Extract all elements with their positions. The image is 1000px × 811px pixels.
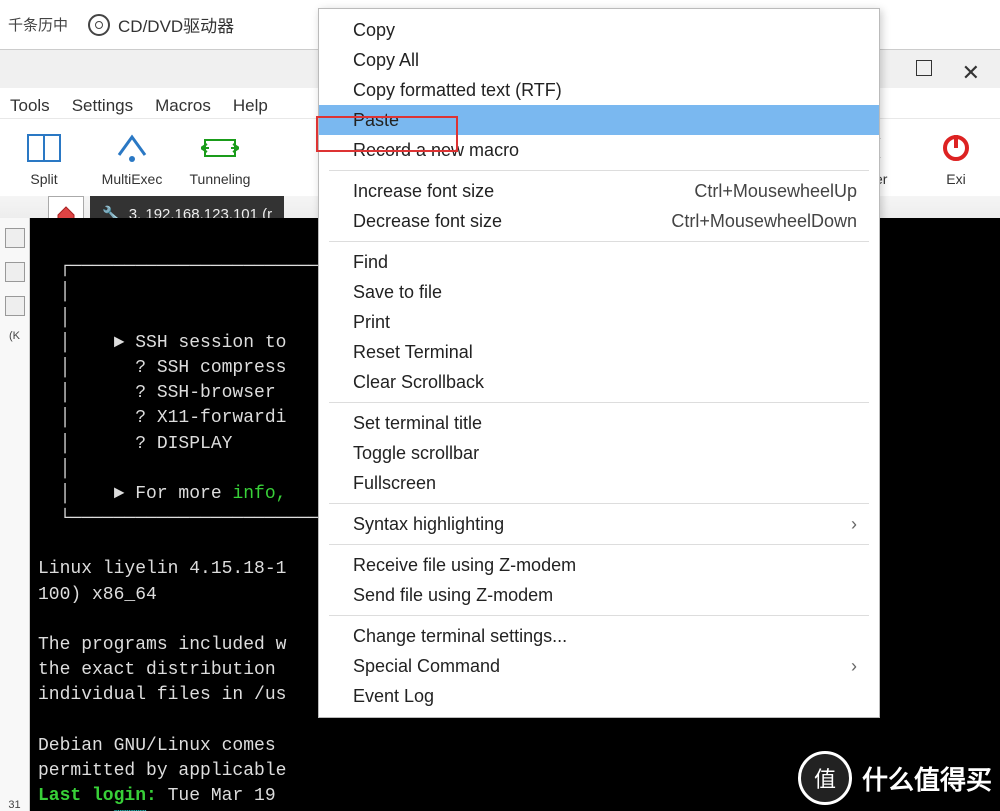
multiexec-icon <box>113 129 151 167</box>
t-blank <box>38 534 49 554</box>
t-line: │ <box>38 459 70 479</box>
menu-separator <box>329 615 869 616</box>
t-line: │ ► For more info, <box>38 484 286 504</box>
menu-dec-font[interactable]: Decrease font sizeCtrl+MousewheelDown <box>319 206 879 236</box>
watermark-badge: 值 <box>798 751 852 805</box>
menu-send-zmodem[interactable]: Send file using Z-modem <box>319 580 879 610</box>
t-line: Last login: Tue Mar 19 <box>38 786 286 806</box>
t-line: │ ? SSH compress <box>38 358 286 378</box>
t-line: │ ? SSH-browser <box>38 383 286 403</box>
menu-clear-scrollback[interactable]: Clear Scrollback <box>319 367 879 397</box>
gutter-tile-3[interactable] <box>5 296 25 316</box>
t-line: ┌──────────────────────── <box>38 257 330 277</box>
menu-reset-terminal[interactable]: Reset Terminal <box>319 337 879 367</box>
t-blank <box>38 610 49 630</box>
tool-tunneling[interactable]: Tunneling <box>186 129 254 187</box>
t-line: the exact distribution <box>38 660 286 680</box>
gutter-k: (K <box>9 330 20 342</box>
chevron-right-icon: › <box>851 514 857 535</box>
tunneling-icon <box>201 129 239 167</box>
t-line: permitted by applicable <box>38 761 286 781</box>
menu-separator <box>329 241 869 242</box>
watermark: 值 什么值得买 <box>798 751 992 805</box>
gutter-tile-1[interactable] <box>5 228 25 248</box>
menu-separator <box>329 544 869 545</box>
gutter-31: 31 <box>8 799 20 811</box>
t-line: └──────────────────────── <box>38 509 330 529</box>
menu-separator <box>329 503 869 504</box>
chevron-right-icon: › <box>851 656 857 677</box>
history-label: 千条历中 <box>8 14 68 35</box>
split-icon <box>25 129 63 167</box>
cd-dvd-drive[interactable]: CD/DVD驱动器 <box>88 12 234 37</box>
tool-exit[interactable]: Exi <box>922 129 990 187</box>
menu-copy[interactable]: Copy <box>319 15 879 45</box>
tool-split[interactable]: Split <box>10 129 78 187</box>
cd-dvd-label: CD/DVD驱动器 <box>118 12 234 37</box>
menu-copy-all[interactable]: Copy All <box>319 45 879 75</box>
tool-exit-label: Exi <box>946 171 965 187</box>
watermark-text: 什么值得买 <box>862 760 992 797</box>
tool-multiexec-label: MultiExec <box>102 171 163 187</box>
menu-event-log[interactable]: Event Log <box>319 681 879 711</box>
t-line: individual files in /us <box>38 685 286 705</box>
menu-record-macro[interactable]: Record a new macro <box>319 135 879 165</box>
close-icon[interactable]: ✕ <box>962 60 980 86</box>
menu-settings[interactable]: Settings <box>72 96 133 116</box>
menu-toggle-scrollbar[interactable]: Toggle scrollbar <box>319 438 879 468</box>
tool-tunneling-label: Tunneling <box>190 171 251 187</box>
menu-save-file[interactable]: Save to file <box>319 277 879 307</box>
menu-help[interactable]: Help <box>233 96 268 116</box>
disc-icon <box>88 14 110 36</box>
menu-syntax-highlighting[interactable]: Syntax highlighting› <box>319 509 879 539</box>
menu-tools[interactable]: Tools <box>10 96 50 116</box>
t-blank <box>38 711 49 731</box>
power-icon <box>937 129 975 167</box>
context-menu: Copy Copy All Copy formatted text (RTF) … <box>318 8 880 718</box>
menu-change-terminal-settings[interactable]: Change terminal settings... <box>319 621 879 651</box>
t-line: │ <box>38 308 70 328</box>
t-line: │ ? X11-forwardi <box>38 408 286 428</box>
menu-macros[interactable]: Macros <box>155 96 211 116</box>
menu-find[interactable]: Find <box>319 247 879 277</box>
menu-receive-zmodem[interactable]: Receive file using Z-modem <box>319 550 879 580</box>
menu-print[interactable]: Print <box>319 307 879 337</box>
menu-separator <box>329 402 869 403</box>
menu-copy-rtf[interactable]: Copy formatted text (RTF) <box>319 75 879 105</box>
tool-split-label: Split <box>30 171 57 187</box>
window-controls: ✕ <box>916 60 980 86</box>
menu-fullscreen[interactable]: Fullscreen <box>319 468 879 498</box>
t-line: 100) x86_64 <box>38 585 157 605</box>
menu-special-command[interactable]: Special Command› <box>319 651 879 681</box>
menu-paste[interactable]: Paste <box>319 105 879 135</box>
tool-multiexec[interactable]: MultiExec <box>98 129 166 187</box>
t-line: │ ► SSH session to <box>38 333 286 353</box>
menu-set-title[interactable]: Set terminal title <box>319 408 879 438</box>
menu-separator <box>329 170 869 171</box>
menu-inc-font[interactable]: Increase font sizeCtrl+MousewheelUp <box>319 176 879 206</box>
side-gutter: (K 31 <box>0 218 30 811</box>
t-line: │ ? DISPLAY <box>38 434 232 454</box>
t-line: Debian GNU/Linux comes <box>38 736 286 756</box>
gutter-tile-2[interactable] <box>5 262 25 282</box>
maximize-icon[interactable] <box>916 60 932 76</box>
